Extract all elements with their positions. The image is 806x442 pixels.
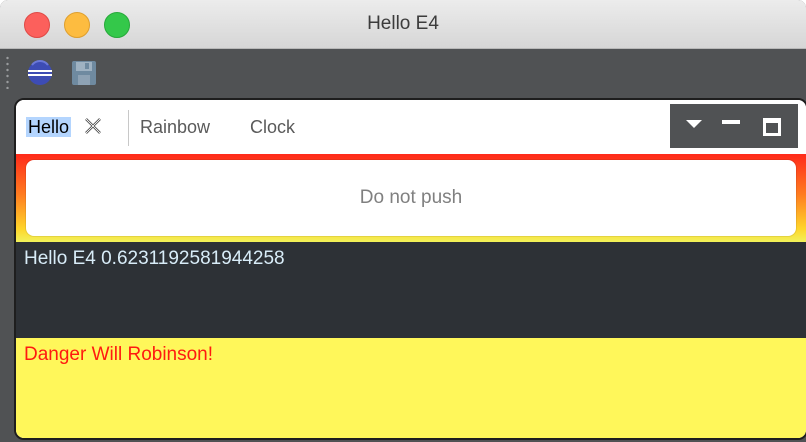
maximize-icon[interactable] <box>758 112 786 140</box>
main-toolbar <box>0 49 806 95</box>
stack-toolbar <box>670 104 798 148</box>
tab-bar: Hello Rainbow Clock <box>16 100 806 154</box>
minimize-icon[interactable] <box>718 112 746 140</box>
part-stack: Hello Rainbow Clock Do not push Hello E4… <box>14 98 806 440</box>
window-title: Hello E4 <box>367 13 439 34</box>
gradient-panel: Do not push <box>16 154 806 242</box>
tab-label: Hello <box>26 117 72 137</box>
view-menu-icon[interactable] <box>680 112 708 140</box>
title-bar[interactable]: Hello E4 <box>0 0 806 49</box>
close-tab-icon[interactable] <box>82 115 104 137</box>
hello-part-content: Do not push Hello E4 0.6231192581944258 … <box>16 154 806 438</box>
tab-label: Clock <box>250 117 296 137</box>
app-window: Hello E4 Hello Rainbow Clock Do not push… <box>0 0 806 442</box>
do-not-push-button[interactable]: Do not push <box>26 160 796 236</box>
eclipse-icon[interactable] <box>26 59 54 87</box>
save-icon[interactable] <box>70 59 98 87</box>
hello-label: Hello E4 0.6231192581944258 <box>16 242 806 338</box>
tab-rainbow[interactable]: Rainbow <box>140 112 210 142</box>
tab-hello[interactable]: Hello <box>26 112 104 142</box>
tab-label: Rainbow <box>140 117 211 137</box>
danger-label: Danger Will Robinson! <box>16 338 806 438</box>
tab-clock[interactable]: Clock <box>250 112 295 142</box>
tab-divider <box>128 110 129 146</box>
toolbar-grip-handle[interactable] <box>6 55 9 89</box>
